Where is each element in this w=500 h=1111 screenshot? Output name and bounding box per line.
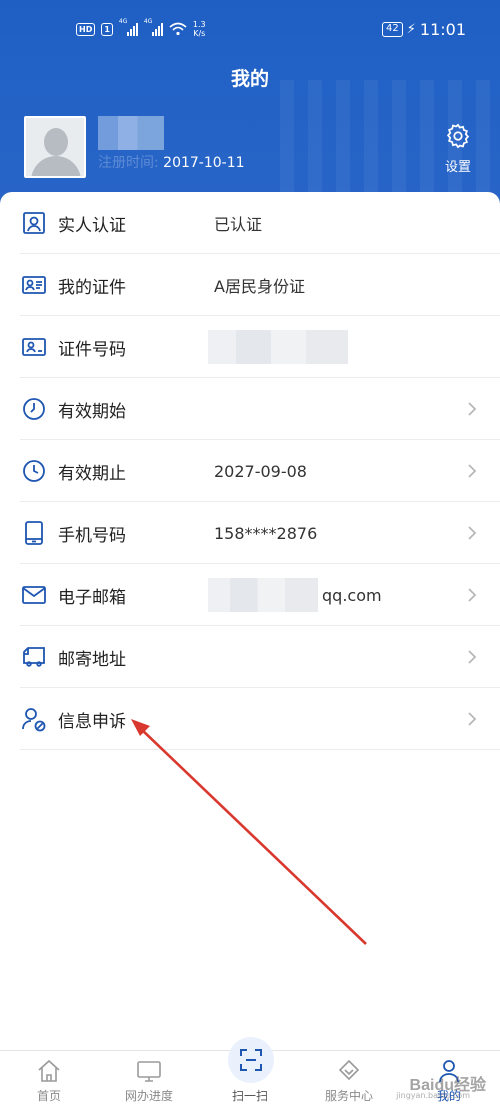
sim-badge: 1 (101, 22, 113, 36)
register-info: 注册时间: 2017-10-11 (98, 152, 245, 172)
home-icon (35, 1057, 63, 1085)
chevron-right-icon (464, 401, 480, 417)
row-label: 信息申诉 (58, 711, 126, 732)
row-valid-from[interactable]: 有效期始 (0, 378, 500, 440)
row-label: 有效期止 (58, 463, 126, 484)
row-value: 2027-09-08 (214, 461, 307, 481)
blurred-email-prefix (208, 578, 318, 612)
network-type: 4G (143, 18, 153, 25)
row-phone-number[interactable]: 手机号码 158****2876 (0, 502, 500, 564)
profile-info-list: 实人认证 已认证 我的证件 A居民身份证 证件号码 有效期始 有效期止 2027… (0, 192, 500, 1062)
speed-unit: K/s (193, 29, 206, 38)
truck-icon (20, 643, 48, 671)
row-my-document[interactable]: 我的证件 A居民身份证 (0, 254, 500, 316)
watermark-url: jingyan.baidu.com (396, 1091, 470, 1100)
row-value: A居民身份证 (214, 277, 305, 296)
row-label: 我的证件 (58, 277, 126, 298)
nav-service-label: 服务中心 (324, 1089, 373, 1103)
blurred-document-number (208, 330, 348, 364)
status-time: 11:01 (419, 20, 466, 39)
wifi-icon (169, 22, 187, 36)
person-id-icon (20, 209, 48, 237)
row-label: 有效期始 (58, 401, 126, 422)
speed-value: 1.3 (192, 20, 206, 29)
row-value: 已认证 (214, 215, 263, 234)
row-email[interactable]: 电子邮箱 qq.com (0, 564, 500, 626)
register-label: 注册时间: (98, 155, 159, 171)
row-label: 实人认证 (58, 215, 126, 236)
nav-service-center[interactable]: 服务中心 (314, 1057, 384, 1104)
blurred-username (98, 116, 164, 150)
nav-progress[interactable]: 网办进度 (114, 1057, 184, 1104)
nav-home[interactable]: 首页 (14, 1057, 84, 1104)
avatar[interactable] (24, 116, 86, 178)
scan-button[interactable] (228, 1037, 274, 1083)
chevron-right-icon (464, 587, 480, 603)
handshake-icon (335, 1057, 363, 1085)
row-value: qq.com (322, 585, 382, 605)
row-label: 电子邮箱 (58, 587, 126, 608)
charging-icon: ⚡ (406, 22, 416, 37)
row-label: 邮寄地址 (58, 649, 126, 670)
nav-home-label: 首页 (36, 1089, 61, 1103)
hd-badge: HD (76, 22, 96, 36)
register-date: 2017-10-11 (163, 155, 245, 171)
chevron-right-icon (464, 525, 480, 541)
row-mailing-address[interactable]: 邮寄地址 (0, 626, 500, 688)
signal-icon: 4G (144, 18, 163, 36)
gear-icon (446, 123, 470, 149)
nav-scan-label[interactable]: 扫一扫 (215, 1087, 285, 1104)
page-title: 我的 (230, 68, 269, 90)
row-information-appeal[interactable]: 信息申诉 (0, 688, 500, 750)
row-value: 158****2876 (214, 523, 318, 543)
mail-icon (20, 581, 48, 609)
settings-button[interactable]: 设置 (442, 122, 474, 175)
bottom-navigation: 首页 网办进度 扫一扫 服务中心 我的 Baidu经验 jingyan.baid… (0, 1037, 500, 1111)
nav-progress-label: 网办进度 (124, 1089, 173, 1103)
row-valid-until[interactable]: 有效期止 2027-09-08 (0, 440, 500, 502)
status-bar: HD 1 4G 4G 1.3 K/s 42 ⚡ 11:01 (0, 18, 500, 44)
id-photo-icon (20, 333, 48, 361)
scan-icon (240, 1049, 262, 1071)
row-identity-verification[interactable]: 实人认证 已认证 (0, 192, 500, 254)
clock-icon (20, 457, 48, 485)
phone-icon (20, 519, 48, 547)
user-edit-icon (20, 705, 48, 733)
battery-icon: 42 (382, 22, 403, 37)
network-type: 4G (118, 18, 128, 25)
row-label: 证件号码 (58, 339, 126, 360)
clock-icon (20, 395, 48, 423)
signal-icon: 4G (119, 18, 138, 36)
monitor-icon (135, 1057, 163, 1085)
network-speed: 1.3 K/s (193, 20, 206, 38)
settings-label: 设置 (444, 160, 471, 175)
chevron-right-icon (464, 711, 480, 727)
chevron-right-icon (464, 649, 480, 665)
row-label: 手机号码 (58, 525, 126, 546)
id-card-icon (20, 271, 48, 299)
chevron-right-icon (464, 463, 480, 479)
row-document-number[interactable]: 证件号码 (0, 316, 500, 378)
